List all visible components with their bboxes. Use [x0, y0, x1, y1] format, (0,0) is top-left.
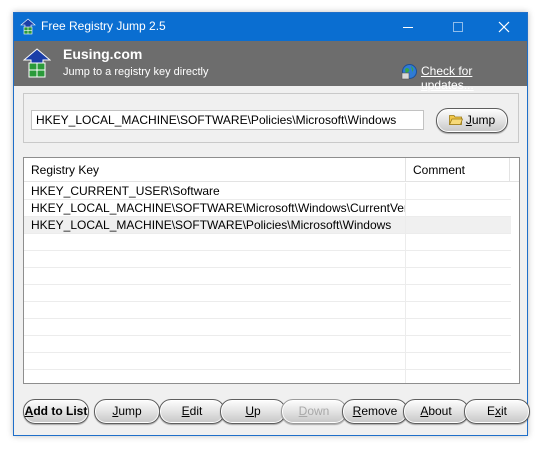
close-icon: [498, 21, 510, 33]
btn-label: p: [253, 404, 261, 418]
folder-icon: [448, 115, 463, 125]
column-registry-key[interactable]: Registry Key: [24, 158, 406, 182]
btn-label: it: [501, 404, 507, 418]
btn-label: ump: [118, 404, 142, 418]
tagline: Jump to a registry key directly: [63, 66, 209, 78]
remove-button[interactable]: Remove: [342, 399, 408, 424]
exit-button[interactable]: Exit: [464, 399, 530, 424]
maximize-button: [435, 13, 481, 41]
edit-button[interactable]: Edit: [159, 399, 225, 424]
minimize-button[interactable]: [385, 13, 431, 41]
close-button[interactable]: [481, 13, 527, 41]
column-comment[interactable]: Comment: [406, 158, 510, 182]
list-row[interactable]: HKEY_LOCAL_MACHINE\SOFTWARE\Microsoft\Wi…: [24, 200, 511, 217]
list-row-empty: [24, 336, 511, 353]
jump-list-button[interactable]: Jump: [94, 399, 160, 424]
app-logo-icon: [23, 48, 51, 78]
jump-button[interactable]: Jump: [436, 108, 508, 133]
cell-key: HKEY_CURRENT_USER\Software: [24, 183, 406, 200]
list-row-empty: [24, 370, 511, 383]
list-row-empty: [24, 353, 511, 370]
cell-comment: [406, 200, 511, 217]
add-to-list-button[interactable]: Add to List: [23, 399, 89, 424]
list-row-empty: [24, 268, 511, 285]
up-button[interactable]: Up: [220, 399, 286, 424]
btn-accel: E: [181, 404, 190, 418]
btn-label: dit: [189, 404, 203, 418]
btn-label: emove: [361, 404, 398, 418]
down-button[interactable]: Down: [281, 399, 347, 424]
list-row-empty: [24, 319, 511, 336]
brand-name: Eusing.com: [63, 46, 143, 62]
btn-label: own: [307, 404, 330, 418]
app-window: Free Registry Jump 2.5 Eusing.com Jump t…: [13, 12, 530, 436]
btn-label: bout: [428, 404, 452, 418]
check-updates-link[interactable]: Check for updates...: [421, 64, 527, 92]
btn-label-pre: E: [486, 404, 495, 418]
registry-key-input[interactable]: HKEY_LOCAL_MACHINE\SOFTWARE\Policies\Mic…: [31, 110, 424, 130]
minimize-icon: [403, 27, 413, 28]
cell-key: HKEY_LOCAL_MACHINE\SOFTWARE\Microsoft\Wi…: [24, 200, 406, 217]
registry-key-list[interactable]: Registry Key Comment HKEY_CURRENT_USER\S…: [23, 157, 520, 384]
list-row-empty: [24, 285, 511, 302]
list-header: Registry Key Comment: [24, 158, 519, 182]
title-bar[interactable]: Free Registry Jump 2.5: [14, 13, 527, 41]
maximize-icon: [453, 22, 463, 32]
btn-accel: U: [245, 404, 254, 418]
cell-key: HKEY_LOCAL_MACHINE\SOFTWARE\Policies\Mic…: [24, 217, 406, 234]
list-row[interactable]: HKEY_CURRENT_USER\Software: [24, 183, 511, 200]
jump-panel: HKEY_LOCAL_MACHINE\SOFTWARE\Policies\Mic…: [23, 93, 519, 143]
cell-comment: [406, 217, 511, 234]
list-row-empty: [24, 251, 511, 268]
list-row-empty: [24, 302, 511, 319]
list-row-empty: [24, 234, 511, 251]
list-row-selected[interactable]: HKEY_LOCAL_MACHINE\SOFTWARE\Policies\Mic…: [24, 217, 511, 234]
about-button[interactable]: About: [403, 399, 469, 424]
btn-accel: R: [352, 404, 362, 418]
globe-update-icon[interactable]: [401, 63, 418, 80]
cell-comment: [406, 183, 511, 200]
btn-label: dd to List: [33, 404, 88, 418]
jump-label-rest: ump: [471, 113, 496, 127]
brand-header: Eusing.com Jump to a registry key direct…: [14, 41, 527, 92]
window-title: Free Registry Jump 2.5: [41, 19, 166, 33]
app-icon: [20, 18, 36, 35]
